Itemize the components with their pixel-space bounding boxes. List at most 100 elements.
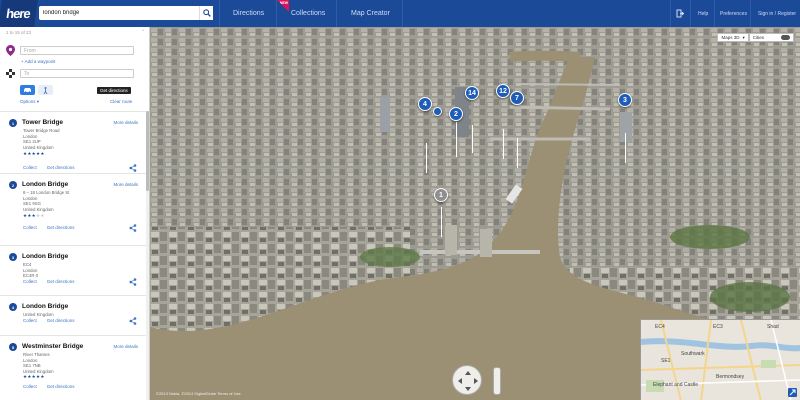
minimap-label: Southwark: [681, 351, 705, 357]
results-scrollbar[interactable]: [146, 111, 149, 400]
minimap-label: EC3: [713, 324, 723, 330]
result-number-badge: 1: [9, 119, 17, 127]
get-directions-link[interactable]: Get directions: [47, 384, 75, 389]
to-field[interactable]: To: [20, 69, 134, 78]
minimap-label: Elephant and Castle: [653, 382, 699, 388]
nav-divider: [219, 0, 220, 27]
pin-stem: [517, 138, 518, 168]
exit-icon: [676, 9, 684, 18]
overview-minimap[interactable]: EC4 EC3 SE1 Southwark Bermondsey Elephan…: [640, 319, 800, 400]
scrollbar-thumb[interactable]: [146, 111, 149, 191]
map-pin-2[interactable]: 2: [449, 107, 463, 121]
chevron-down-icon: ▾: [742, 34, 745, 40]
collect-link[interactable]: Collect: [23, 165, 37, 170]
clear-route-link[interactable]: Clear route: [110, 99, 132, 104]
car-mode-button[interactable]: [20, 85, 35, 95]
result-title[interactable]: London Bridge: [22, 253, 68, 260]
list-item[interactable]: 1 Tower Bridge More details Tower Bridge…: [0, 111, 146, 172]
from-field[interactable]: From: [20, 46, 134, 55]
result-actions: Collect Get directions: [23, 318, 75, 323]
result-address: United Kingdom: [23, 312, 54, 318]
here-logo[interactable]: here: [0, 0, 38, 27]
result-address: 8 – 18 London Bridge St London SE1 9SG U…: [23, 190, 69, 212]
list-item[interactable]: 3 London Bridge EC4 London EC4R 0 Collec…: [0, 245, 146, 295]
rating-stars: ★★★★★: [23, 374, 45, 379]
copyright-text: ©2013 Nokia, ©2013 DigitalGlobe Terms of…: [156, 391, 241, 396]
pin-stem: [625, 133, 626, 163]
get-directions-link[interactable]: Get directions: [47, 279, 75, 284]
address-line: United Kingdom: [23, 312, 54, 317]
layer-select[interactable]: Cities: [748, 33, 794, 42]
preferences-link[interactable]: Preferences: [720, 0, 747, 27]
address-line: River Thames: [23, 352, 50, 357]
layer-label: Cities: [752, 35, 764, 40]
result-title[interactable]: Tower Bridge: [22, 119, 63, 126]
list-item[interactable]: 2 London Bridge More details 8 – 18 Lond…: [0, 173, 146, 245]
options-link[interactable]: Options ▾: [20, 99, 39, 105]
help-link[interactable]: Help: [698, 0, 708, 27]
walk-mode-button[interactable]: [38, 85, 53, 95]
nav-directions[interactable]: Directions: [233, 0, 264, 27]
nav-map-creator[interactable]: Map Creator: [351, 0, 390, 27]
get-directions-link[interactable]: Get directions: [47, 225, 75, 230]
pin-stem: [456, 122, 457, 157]
zoom-control[interactable]: [493, 367, 501, 395]
options-label: Options: [20, 99, 36, 104]
signin-link[interactable]: Sign in / Register: [758, 0, 796, 27]
search-input[interactable]: [39, 10, 199, 16]
result-title[interactable]: London Bridge: [22, 303, 68, 310]
pin-stem: [472, 125, 473, 153]
result-title[interactable]: London Bridge: [22, 181, 68, 188]
map-pin-14[interactable]: 14: [465, 86, 479, 100]
collect-link[interactable]: Collect: [23, 384, 37, 389]
map-pin-small[interactable]: [433, 107, 442, 116]
map-3d-view[interactable]: Maps 3D ▾ Cities 1 2 3 4 7 12 14 ©2013 No…: [150, 27, 800, 400]
result-actions: Collect Get directions: [23, 225, 75, 230]
list-item[interactable]: 4 London Bridge United Kingdom Collect G…: [0, 295, 146, 335]
expand-minimap-icon[interactable]: [788, 388, 797, 397]
minimap-label: Bermondsey: [716, 374, 745, 380]
result-title[interactable]: Westminster Bridge: [22, 343, 83, 350]
result-number-badge: 3: [9, 253, 17, 261]
car-icon: [24, 88, 31, 93]
result-count: 1 to 15 of 23: [6, 29, 32, 35]
search-button[interactable]: [199, 6, 213, 20]
rating-stars: ★★★★★: [23, 151, 45, 156]
map-pin-12[interactable]: 12: [496, 84, 510, 98]
more-details-link[interactable]: More details: [113, 182, 138, 187]
get-directions-link[interactable]: Get directions: [47, 318, 75, 323]
share-icon[interactable]: [129, 278, 137, 286]
map-navigation-pad[interactable]: [452, 365, 482, 395]
minimap-label: SE1: [661, 358, 671, 364]
collapse-icon[interactable]: ⌃: [141, 29, 145, 35]
walk-icon: [43, 86, 48, 94]
collect-link[interactable]: Collect: [23, 225, 37, 230]
address-line: EC4R 0: [23, 273, 39, 278]
map-pin-3[interactable]: 3: [618, 93, 632, 107]
panel-header: 1 to 15 of 23 ⌃: [0, 27, 149, 37]
result-address: EC4 London EC4R 0: [23, 262, 38, 279]
address-line: United Kingdom: [23, 206, 54, 212]
pin-stem: [426, 143, 427, 173]
result-address: River Thames London SE1 7NB United Kingd…: [23, 352, 54, 374]
nav-divider: [336, 0, 337, 27]
share-icon[interactable]: [129, 317, 137, 325]
collect-link[interactable]: Collect: [23, 279, 37, 284]
map-style-label: Maps 3D: [721, 35, 740, 40]
more-details-link[interactable]: More details: [113, 120, 138, 125]
more-details-link[interactable]: More details: [113, 344, 138, 349]
nav-collections[interactable]: Collections: [291, 0, 325, 27]
map-pin-4[interactable]: 4: [418, 97, 432, 111]
collect-link[interactable]: Collect: [23, 318, 37, 323]
nav-divider: [402, 0, 403, 27]
share-icon[interactable]: [129, 164, 137, 172]
get-directions-link[interactable]: Get directions: [47, 165, 75, 170]
new-badge: NEW: [277, 0, 289, 12]
share-icon[interactable]: [129, 224, 137, 232]
map-pin-7[interactable]: 7: [510, 91, 524, 105]
list-item[interactable]: 5 Westminster Bridge More details River …: [0, 335, 146, 395]
map-style-select[interactable]: Maps 3D ▾: [717, 33, 749, 42]
collapse-panel-button[interactable]: [676, 0, 684, 27]
map-pin-1[interactable]: 1: [434, 188, 448, 202]
add-waypoint-link[interactable]: + Add a waypoint: [21, 59, 55, 64]
